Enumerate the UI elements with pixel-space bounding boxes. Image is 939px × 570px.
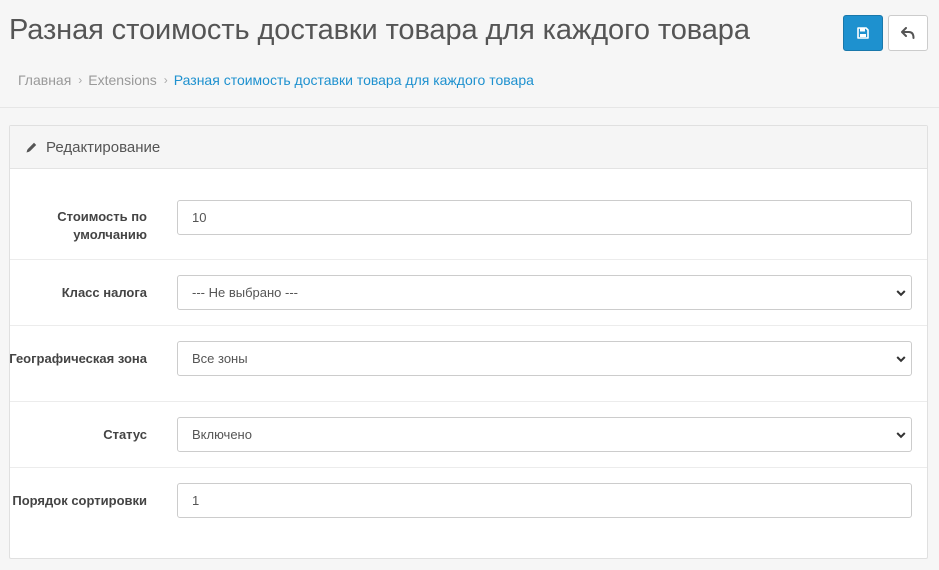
edit-panel: Редактирование Стоимость по умолчанию 10… bbox=[9, 125, 928, 559]
breadcrumb-home[interactable]: Главная bbox=[18, 72, 71, 88]
status-selected: Включено bbox=[192, 427, 252, 442]
sort-order-label: Порядок сортировки bbox=[12, 493, 147, 508]
tax-class-select[interactable]: --- Не выбрано --- bbox=[177, 275, 912, 310]
breadcrumb-separator: › bbox=[163, 73, 168, 87]
breadcrumb: Главная › Extensions › Разная стоимость … bbox=[18, 72, 534, 88]
breadcrumb-extensions[interactable]: Extensions bbox=[88, 72, 156, 88]
form-group-status: Статус Включено bbox=[10, 402, 927, 468]
sort-order-input[interactable]: 1 bbox=[177, 483, 912, 518]
tax-class-label: Класс налога bbox=[61, 285, 147, 300]
page-header: Разная стоимость доставки товара для каж… bbox=[0, 0, 939, 108]
breadcrumb-current[interactable]: Разная стоимость доставки товара для каж… bbox=[174, 72, 534, 88]
form-group-sort-order: Порядок сортировки 1 bbox=[10, 468, 927, 558]
panel-title: Редактирование bbox=[46, 138, 161, 156]
chevron-down-icon bbox=[896, 355, 906, 362]
form-group-default-cost: Стоимость по умолчанию 10 bbox=[10, 170, 927, 260]
tax-class-selected: --- Не выбрано --- bbox=[192, 285, 298, 300]
save-icon bbox=[857, 27, 869, 39]
geo-zone-selected: Все зоны bbox=[192, 351, 248, 366]
default-cost-label: Стоимость по умолчанию bbox=[57, 209, 147, 242]
geo-zone-select[interactable]: Все зоны bbox=[177, 341, 912, 376]
form-group-tax-class: Класс налога --- Не выбрано --- bbox=[10, 260, 927, 326]
geo-zone-label: Географическая зона bbox=[9, 351, 147, 366]
default-cost-input[interactable]: 10 bbox=[177, 200, 912, 235]
chevron-down-icon bbox=[896, 431, 906, 438]
pencil-icon bbox=[26, 142, 37, 152]
default-cost-value: 10 bbox=[192, 210, 207, 225]
panel-heading: Редактирование bbox=[10, 126, 927, 169]
back-button[interactable] bbox=[888, 15, 928, 51]
reply-icon bbox=[901, 27, 915, 39]
sort-order-value: 1 bbox=[192, 493, 200, 508]
header-actions bbox=[843, 15, 928, 51]
save-button[interactable] bbox=[843, 15, 883, 51]
page-title: Разная стоимость доставки товара для каж… bbox=[9, 14, 750, 46]
status-label: Статус bbox=[103, 427, 147, 442]
status-select[interactable]: Включено bbox=[177, 417, 912, 452]
form-group-geo-zone: Географическая зона Все зоны bbox=[9, 326, 927, 402]
breadcrumb-separator: › bbox=[78, 73, 83, 87]
chevron-down-icon bbox=[896, 289, 906, 296]
